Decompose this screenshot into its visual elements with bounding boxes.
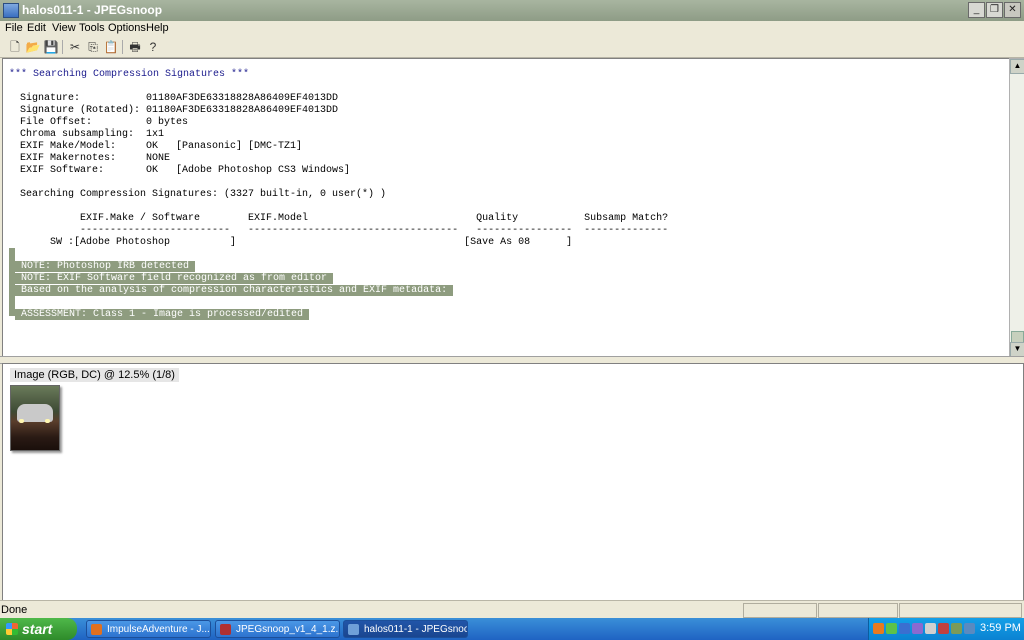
report-line: Chroma subsampling: 1x1: [20, 129, 165, 140]
note-line: NOTE: EXIF Software field recognized as …: [15, 273, 334, 284]
new-icon[interactable]: 🗋: [7, 39, 23, 55]
maximize-button[interactable]: ❐: [986, 2, 1003, 18]
task-label: JPEGsnoop_v1_4_1.z...: [236, 624, 340, 635]
paste-icon[interactable]: 📋: [103, 39, 119, 55]
antivirus-icon[interactable]: [938, 623, 949, 634]
report-line: File Offset: 0 bytes: [20, 117, 189, 128]
menu-file[interactable]: File: [5, 22, 23, 34]
report-line: EXIF Make/Model: OK [Panasonic] [DMC-TZ1…: [20, 141, 303, 152]
toolbar-separator: [62, 40, 63, 54]
note-line: Based on the analysis of compression cha…: [15, 285, 454, 296]
signature-table-rule: ------------------------- --------------…: [32, 225, 669, 236]
status-text: Done: [1, 604, 28, 616]
headlamp-right: [45, 419, 50, 423]
start-button[interactable]: start: [0, 618, 77, 640]
toolbar: 🗋 📂 💾 ✂ ⎘ 📋 🖶 ?: [0, 37, 1024, 58]
bluetooth-icon[interactable]: [912, 623, 923, 634]
system-tray: 3:59 PM: [868, 618, 1024, 640]
status-panel: [743, 603, 817, 618]
report-line: Signature (Rotated): 01180AF3DE63318828A…: [20, 105, 339, 116]
menu-edit[interactable]: Edit: [27, 22, 46, 34]
headlamp-left: [19, 419, 24, 423]
firefox-icon: [91, 624, 102, 635]
menu-bar: File Edit View Tools Options Help: [0, 21, 1024, 37]
menu-options[interactable]: Options: [108, 22, 146, 34]
speaker-icon[interactable]: [925, 623, 936, 634]
report-scrollbar[interactable]: ▲ ▼: [1009, 58, 1024, 357]
copy-icon[interactable]: ⎘: [85, 39, 101, 55]
image-pane[interactable]: Image (RGB, DC) @ 12.5% (1/8): [2, 363, 1024, 601]
jpegsnoop-icon: [348, 624, 359, 635]
status-bar: Done: [0, 600, 1024, 619]
archive-icon: [220, 624, 231, 635]
save-icon[interactable]: 💾: [43, 39, 59, 55]
windows-flag-icon: [6, 623, 18, 635]
image-label: Image (RGB, DC) @ 12.5% (1/8): [10, 368, 179, 382]
clock: 3:59 PM: [980, 622, 1021, 634]
scroll-down-icon[interactable]: ▼: [1010, 342, 1024, 357]
search-summary: Searching Compression Signatures: (3327 …: [20, 189, 387, 200]
task-label: halos011-1 - JPEGsnoop: [364, 624, 468, 635]
start-label: start: [22, 621, 53, 637]
help-icon[interactable]: ?: [145, 39, 161, 55]
task-label: ImpulseAdventure - J...: [107, 624, 210, 635]
signature-table-row: SW :[Adobe Photoshop ] [Save As 08 ]: [32, 237, 573, 248]
print-icon[interactable]: 🖶: [127, 39, 143, 55]
menu-tools[interactable]: Tools: [79, 22, 105, 34]
assessment-line: ASSESSMENT: Class 1 - Image is processed…: [15, 309, 310, 320]
open-icon[interactable]: 📂: [25, 39, 41, 55]
report-pane[interactable]: *** Searching Compression Signatures ***…: [2, 58, 1011, 357]
app-icon: [3, 3, 19, 18]
scroll-up-icon[interactable]: ▲: [1010, 59, 1024, 74]
report-line: EXIF Software: OK [Adobe Photoshop CS3 W…: [20, 165, 351, 176]
menu-view[interactable]: View: [52, 22, 76, 34]
update-icon[interactable]: [951, 623, 962, 634]
taskbar-item-zip[interactable]: JPEGsnoop_v1_4_1.z...: [215, 620, 340, 638]
taskbar: start ImpulseAdventure - J... JPEGsnoop_…: [0, 618, 1024, 640]
minimize-button[interactable]: _: [968, 2, 985, 18]
status-panel: [818, 603, 898, 618]
cut-icon[interactable]: ✂: [67, 39, 83, 55]
taskbar-item-impulseadventure[interactable]: ImpulseAdventure - J...: [86, 620, 211, 638]
title-bar: halos011-1 - JPEGsnoop _ ❐ ✕: [0, 0, 1024, 22]
image-preview: [10, 385, 60, 451]
java-icon[interactable]: [873, 623, 884, 634]
monitor-icon[interactable]: [964, 623, 975, 634]
window-title: halos011-1 - JPEGsnoop: [22, 3, 163, 17]
toolbar-separator: [122, 40, 123, 54]
note-line: NOTE: Photoshop IRB detected: [15, 261, 196, 272]
report-line: Signature: 01180AF3DE63318828A86409EF401…: [20, 93, 339, 104]
security-icon[interactable]: [886, 623, 897, 634]
close-button[interactable]: ✕: [1004, 2, 1021, 18]
signature-table-header: EXIF.Make / Software EXIF.Model Quality …: [32, 213, 669, 224]
report-heading: *** Searching Compression Signatures ***: [9, 69, 250, 80]
report-line: EXIF Makernotes: NONE: [20, 153, 171, 164]
taskbar-item-jpegsnoop[interactable]: halos011-1 - JPEGsnoop: [343, 620, 468, 638]
status-panel: [899, 603, 1022, 618]
menu-help[interactable]: Help: [146, 22, 169, 34]
network-icon[interactable]: [899, 623, 910, 634]
